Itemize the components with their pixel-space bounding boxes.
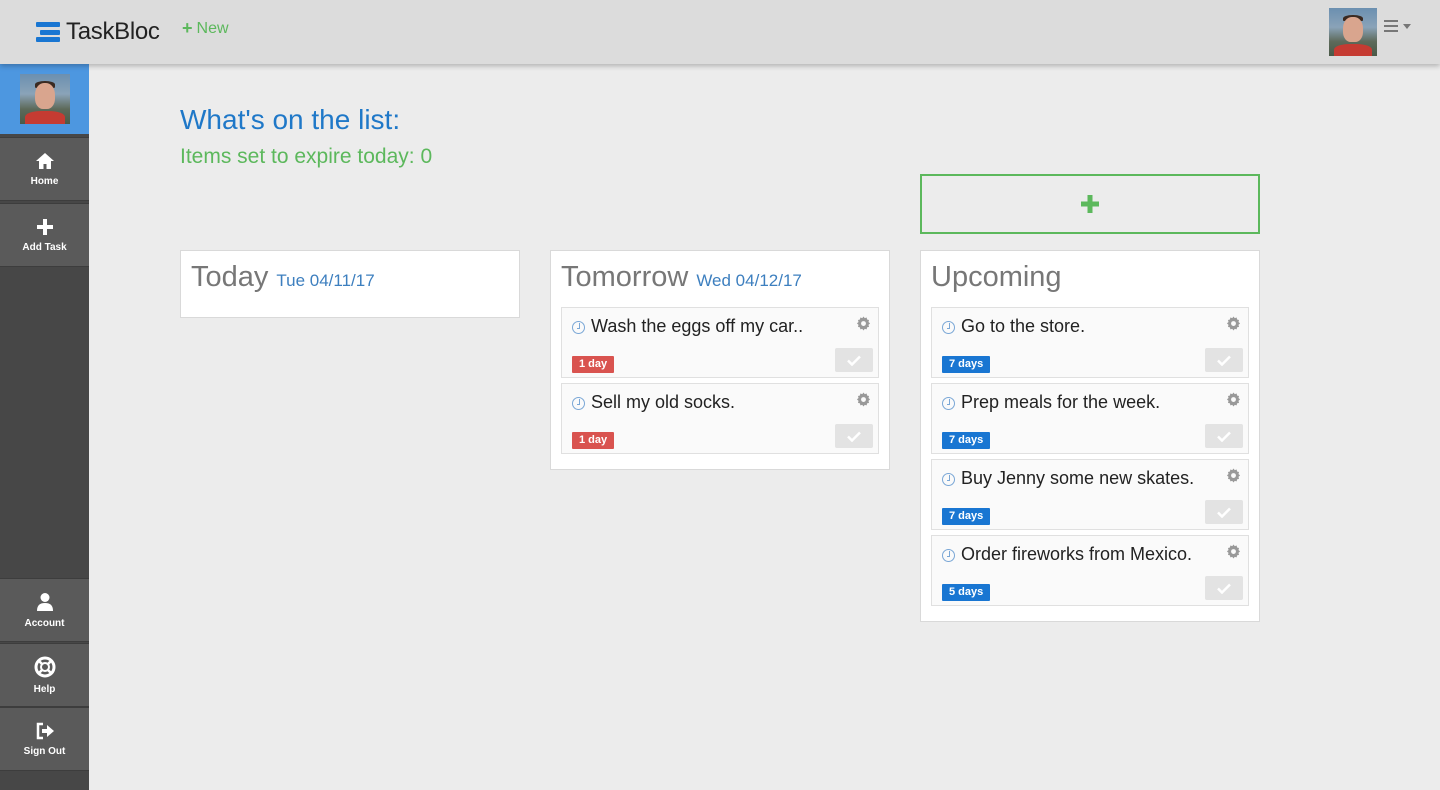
plus-icon: + — [182, 18, 193, 38]
task-card[interactable]: Order fireworks from Mexico. 5 days — [931, 535, 1249, 606]
sidebar-item-add-task[interactable]: Add Task — [0, 203, 89, 267]
column-title: Tomorrow — [561, 261, 689, 293]
top-navbar: TaskBloc + New — [0, 0, 1440, 64]
clock-icon — [572, 397, 585, 410]
sidebar-item-sign-out[interactable]: Sign Out — [0, 707, 89, 771]
sidebar: Home Add Task Account Help Sign Out — [0, 64, 89, 790]
gear-icon[interactable] — [856, 392, 871, 407]
clock-icon — [942, 473, 955, 486]
task-text: Wash the eggs off my car.. — [591, 316, 804, 336]
hamburger-icon — [1384, 20, 1398, 32]
sidebar-item-label: Account — [24, 617, 65, 629]
new-link-label: New — [196, 19, 229, 37]
task-text: Sell my old socks. — [591, 392, 736, 412]
task-card[interactable]: Wash the eggs off my car.. 1 day — [561, 307, 879, 378]
column-date: Tue 04/11/17 — [276, 271, 375, 290]
check-icon — [1217, 431, 1231, 442]
sidebar-avatar — [20, 74, 70, 124]
check-icon — [1217, 583, 1231, 594]
add-task-button[interactable] — [920, 174, 1260, 234]
sidebar-item-home[interactable]: Home — [0, 137, 89, 201]
column-upcoming: Upcoming Go to the store. 7 days Prep me… — [920, 250, 1260, 622]
sidebar-item-label: Add Task — [22, 241, 67, 253]
days-left-badge: 1 day — [572, 432, 615, 449]
user-menu-dropdown[interactable] — [1384, 20, 1411, 32]
gear-icon[interactable] — [1226, 544, 1241, 559]
complete-button[interactable] — [1205, 500, 1243, 524]
plus-icon — [36, 218, 53, 235]
complete-button[interactable] — [1205, 576, 1243, 600]
sidebar-item-label: Sign Out — [23, 745, 66, 757]
gear-icon[interactable] — [1226, 468, 1241, 483]
complete-button[interactable] — [1205, 348, 1243, 372]
user-avatar[interactable] — [1329, 8, 1377, 56]
plus-icon — [1081, 195, 1099, 213]
new-task-link[interactable]: + New — [182, 18, 229, 39]
check-icon — [847, 355, 861, 366]
caret-down-icon — [1403, 23, 1411, 29]
column-tomorrow: Tomorrow Wed 04/12/17 Wash the eggs off … — [550, 250, 890, 470]
expire-count: Items set to expire today: 0 — [180, 145, 433, 168]
check-icon — [1217, 507, 1231, 518]
column-title: Today — [191, 261, 269, 293]
sidebar-item-label: Home — [30, 175, 59, 187]
clock-icon — [942, 321, 955, 334]
days-left-badge: 1 day — [572, 356, 615, 373]
days-left-badge: 7 days — [942, 508, 991, 525]
sign-out-icon — [36, 722, 54, 739]
task-text: Prep meals for the week. — [961, 392, 1161, 412]
user-icon — [36, 592, 53, 611]
clock-icon — [942, 397, 955, 410]
complete-button[interactable] — [835, 424, 873, 448]
life-ring-icon — [34, 656, 55, 677]
brand[interactable]: TaskBloc — [36, 18, 160, 46]
complete-button[interactable] — [835, 348, 873, 372]
sidebar-item-label: Help — [33, 683, 56, 695]
task-card[interactable]: Prep meals for the week. 7 days — [931, 383, 1249, 454]
task-text: Buy Jenny some new skates. — [961, 468, 1195, 488]
sidebar-item-help[interactable]: Help — [0, 643, 89, 707]
task-text: Order fireworks from Mexico. — [961, 544, 1193, 564]
column-title: Upcoming — [931, 261, 1062, 293]
task-card[interactable]: Sell my old socks. 1 day — [561, 383, 879, 454]
task-text: Go to the store. — [961, 316, 1086, 336]
gear-icon[interactable] — [1226, 316, 1241, 331]
days-left-badge: 7 days — [942, 356, 991, 373]
clock-icon — [942, 549, 955, 562]
sidebar-profile[interactable] — [0, 64, 89, 134]
column-date: Wed 04/12/17 — [696, 271, 802, 290]
days-left-badge: 5 days — [942, 584, 991, 601]
task-card[interactable]: Go to the store. 7 days — [931, 307, 1249, 378]
gear-icon[interactable] — [1226, 392, 1241, 407]
complete-button[interactable] — [1205, 424, 1243, 448]
column-today: Today Tue 04/11/17 — [180, 250, 520, 318]
check-icon — [847, 431, 861, 442]
home-icon — [35, 152, 54, 169]
clock-icon — [572, 321, 585, 334]
task-card[interactable]: Buy Jenny some new skates. 7 days — [931, 459, 1249, 530]
days-left-badge: 7 days — [942, 432, 991, 449]
page-title: What's on the list: — [180, 104, 401, 135]
sidebar-item-account[interactable]: Account — [0, 578, 89, 642]
taskbloc-logo-icon — [36, 22, 60, 42]
brand-name: TaskBloc — [66, 18, 160, 45]
gear-icon[interactable] — [856, 316, 871, 331]
check-icon — [1217, 355, 1231, 366]
